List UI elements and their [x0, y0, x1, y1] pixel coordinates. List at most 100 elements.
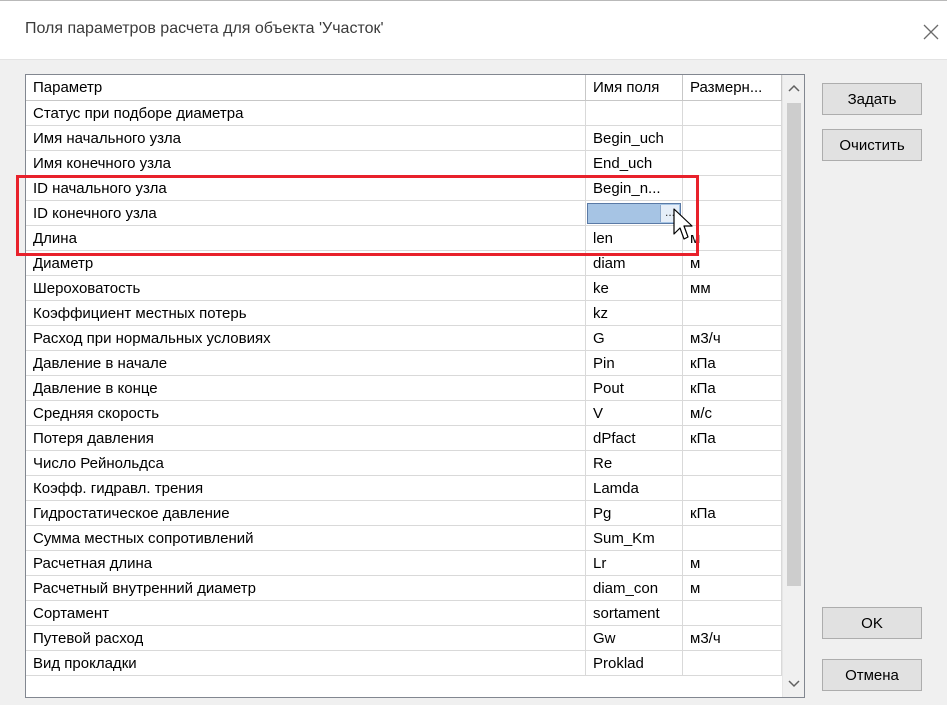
unit-cell[interactable]: мм: [683, 276, 782, 301]
field-name-editor[interactable]: ...: [587, 203, 681, 224]
clear-button[interactable]: Очистить: [822, 129, 922, 161]
table-row[interactable]: ID конечного узла...: [26, 201, 782, 226]
parameter-cell[interactable]: Гидростатическое давление: [26, 501, 586, 526]
unit-cell[interactable]: [683, 451, 782, 476]
chevron-up-icon[interactable]: [783, 77, 804, 99]
parameter-cell[interactable]: Путевой расход: [26, 626, 586, 651]
unit-cell[interactable]: [683, 176, 782, 201]
table-row[interactable]: Коэфф. гидравл. трения Lamda: [26, 476, 782, 501]
field-name-cell[interactable]: diam: [586, 251, 683, 276]
field-name-cell[interactable]: len: [586, 226, 683, 251]
table-row[interactable]: Расход при нормальных условиях Gм3/ч: [26, 326, 782, 351]
unit-cell[interactable]: [683, 101, 782, 126]
field-name-cell[interactable]: Pout: [586, 376, 683, 401]
unit-cell[interactable]: [683, 151, 782, 176]
unit-cell[interactable]: кПа: [683, 501, 782, 526]
unit-cell[interactable]: кПа: [683, 426, 782, 451]
unit-cell[interactable]: кПа: [683, 351, 782, 376]
unit-cell[interactable]: [683, 651, 782, 676]
table-row[interactable]: Сумма местных сопротивлений Sum_Km: [26, 526, 782, 551]
table-row[interactable]: Средняя скорость Vм/с: [26, 401, 782, 426]
table-row[interactable]: Расчетный внутренний диаметр diam_con м: [26, 576, 782, 601]
close-icon[interactable]: [920, 21, 942, 43]
table-row[interactable]: Число Рейнольдса Re: [26, 451, 782, 476]
unit-cell[interactable]: м: [683, 551, 782, 576]
table-row[interactable]: Давление в начале Pin кПа: [26, 351, 782, 376]
table-row[interactable]: Имя конечного узла End_uch: [26, 151, 782, 176]
field-name-cell[interactable]: Lamda: [586, 476, 683, 501]
unit-cell[interactable]: м3/ч: [683, 626, 782, 651]
parameter-cell[interactable]: Расчетная длина: [26, 551, 586, 576]
unit-cell[interactable]: [683, 201, 782, 226]
table-row[interactable]: Статус при подборе диаметра: [26, 101, 782, 126]
table-row[interactable]: Гидростатическое давление Pg кПа: [26, 501, 782, 526]
table-row[interactable]: Сортамент sortament: [26, 601, 782, 626]
unit-cell[interactable]: м: [683, 226, 782, 251]
field-name-cell[interactable]: sortament: [586, 601, 683, 626]
field-name-cell[interactable]: ke: [586, 276, 683, 301]
parameter-cell[interactable]: Вид прокладки: [26, 651, 586, 676]
column-header-unit[interactable]: Размерн...: [683, 75, 782, 101]
parameter-cell[interactable]: Шероховатость: [26, 276, 586, 301]
parameter-cell[interactable]: Длина: [26, 226, 586, 251]
unit-cell[interactable]: м: [683, 251, 782, 276]
parameter-cell[interactable]: Сортамент: [26, 601, 586, 626]
field-name-cell[interactable]: dPfact: [586, 426, 683, 451]
parameter-cell[interactable]: Давление в конце: [26, 376, 586, 401]
ellipsis-button[interactable]: ...: [660, 205, 679, 222]
field-name-cell[interactable]: Begin_uch: [586, 126, 683, 151]
field-name-cell[interactable]: V: [586, 401, 683, 426]
parameter-cell[interactable]: Расчетный внутренний диаметр: [26, 576, 586, 601]
table-row[interactable]: Потеря давления dPfact кПа: [26, 426, 782, 451]
unit-cell[interactable]: [683, 601, 782, 626]
field-name-cell[interactable]: G: [586, 326, 683, 351]
field-name-cell[interactable]: [586, 101, 683, 126]
column-header-field-name[interactable]: Имя поля: [586, 75, 683, 101]
table-row[interactable]: Шероховатость ke мм: [26, 276, 782, 301]
parameter-cell[interactable]: Имя начального узла: [26, 126, 586, 151]
field-name-cell[interactable]: Sum_Km: [586, 526, 683, 551]
parameter-cell[interactable]: Расход при нормальных условиях: [26, 326, 586, 351]
parameter-cell[interactable]: Диаметр: [26, 251, 586, 276]
table-row[interactable]: Давление в конце Pout кПа: [26, 376, 782, 401]
table-row[interactable]: Путевой расход Gw м3/ч: [26, 626, 782, 651]
unit-cell[interactable]: кПа: [683, 376, 782, 401]
parameter-cell[interactable]: Средняя скорость: [26, 401, 586, 426]
vertical-scrollbar[interactable]: [782, 75, 804, 697]
field-name-cell[interactable]: Pg: [586, 501, 683, 526]
field-name-cell[interactable]: End_uch: [586, 151, 683, 176]
parameter-cell[interactable]: ID начального узла: [26, 176, 586, 201]
field-name-cell[interactable]: Gw: [586, 626, 683, 651]
table-row[interactable]: Вид прокладки Proklad: [26, 651, 782, 676]
table-row[interactable]: Расчетная длина Lr м: [26, 551, 782, 576]
parameter-cell[interactable]: Потеря давления: [26, 426, 586, 451]
unit-cell[interactable]: [683, 126, 782, 151]
parameter-cell[interactable]: Число Рейнольдса: [26, 451, 586, 476]
table-row[interactable]: ID начального узла Begin_n...: [26, 176, 782, 201]
parameter-cell[interactable]: Имя конечного узла: [26, 151, 586, 176]
unit-cell[interactable]: м3/ч: [683, 326, 782, 351]
parameter-cell[interactable]: ID конечного узла: [26, 201, 586, 226]
unit-cell[interactable]: [683, 476, 782, 501]
unit-cell[interactable]: [683, 301, 782, 326]
unit-cell[interactable]: м: [683, 576, 782, 601]
parameter-cell[interactable]: Коэфф. гидравл. трения: [26, 476, 586, 501]
field-name-cell[interactable]: Lr: [586, 551, 683, 576]
set-button[interactable]: Задать: [822, 83, 922, 115]
field-name-cell[interactable]: Begin_n...: [586, 176, 683, 201]
cancel-button[interactable]: Отмена: [822, 659, 922, 691]
parameter-cell[interactable]: Сумма местных сопротивлений: [26, 526, 586, 551]
field-name-cell[interactable]: kz: [586, 301, 683, 326]
table-row[interactable]: Коэффициент местных потерь kz: [26, 301, 782, 326]
field-name-cell[interactable]: Pin: [586, 351, 683, 376]
scrollbar-thumb[interactable]: [787, 103, 801, 586]
table-row[interactable]: Диаметр diam м: [26, 251, 782, 276]
table-row[interactable]: Имя начального узла Begin_uch: [26, 126, 782, 151]
field-name-cell[interactable]: Re: [586, 451, 683, 476]
parameter-cell[interactable]: Статус при подборе диаметра: [26, 101, 586, 126]
ok-button[interactable]: OK: [822, 607, 922, 639]
column-header-parameter[interactable]: Параметр: [26, 75, 586, 101]
table-row[interactable]: Длина len м: [26, 226, 782, 251]
field-name-cell[interactable]: diam_con: [586, 576, 683, 601]
parameter-cell[interactable]: Коэффициент местных потерь: [26, 301, 586, 326]
